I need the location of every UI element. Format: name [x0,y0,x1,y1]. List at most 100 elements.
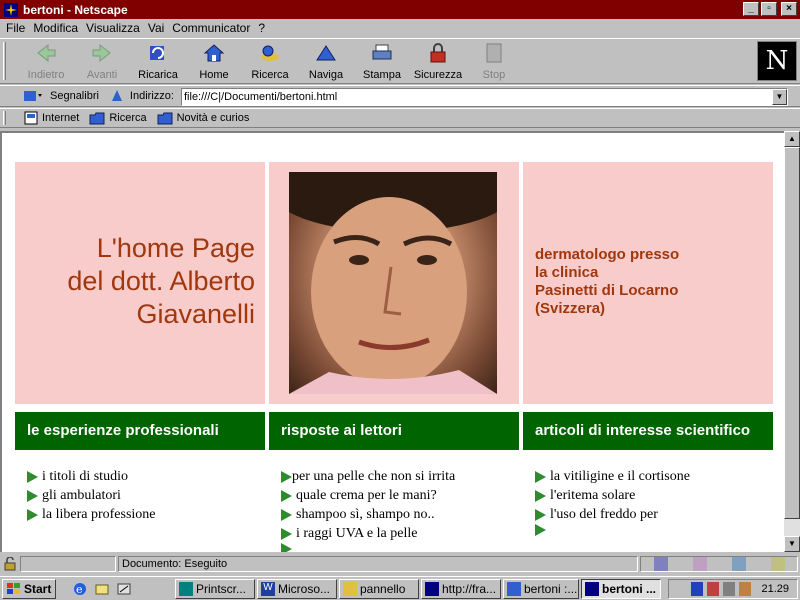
lock-icon [430,43,446,63]
section-header-answers[interactable]: risposte ai lettori [269,412,519,450]
link-text[interactable]: i titoli di studio [42,467,128,486]
link-text[interactable]: l'eritema solare [550,486,635,505]
search-button[interactable]: Ricerca [242,42,298,82]
discussion-icon[interactable] [731,557,746,571]
portrait-illustration [289,172,497,394]
back-button[interactable]: Indietro [18,42,74,82]
role-line: Pasinetti di Locarno [535,282,679,299]
task-bertoni-navigator[interactable]: bertoni ... [581,579,661,599]
maximize-button[interactable]: ▫ [761,2,777,16]
list-item[interactable]: per una pelle che non si irrita [281,467,455,486]
scroll-down-button[interactable]: ▼ [784,536,800,552]
status-text: Documento: Eseguito [122,558,228,570]
menu-modifica[interactable]: Modifica [31,21,84,35]
clock[interactable]: 21.29 [761,583,789,595]
list-item[interactable]: quale crema per le mani? [281,486,455,505]
scroll-thumb[interactable] [784,147,800,519]
back-label: Indietro [27,69,65,81]
link-ricerca[interactable]: Ricerca [89,111,147,125]
vertical-scrollbar[interactable]: ▲ ▼ [784,131,800,552]
list-item[interactable]: gli ambulatori [27,486,156,505]
link-text[interactable]: i raggi UVA e la pelle [296,524,417,543]
forward-button[interactable]: Avanti [74,42,130,82]
ie-quicklaunch-icon[interactable]: e [72,581,88,597]
reload-button[interactable]: Ricarica [130,42,186,82]
list-item[interactable] [535,524,690,536]
bullet-triangle-icon [535,489,546,502]
desktop-quicklaunch-icon[interactable] [116,581,132,597]
forward-label: Avanti [86,69,118,81]
start-button[interactable]: Start [2,579,56,599]
link-text[interactable]: la libera professione [42,505,156,524]
stop-button[interactable]: Stop [466,42,522,82]
section-header-experience[interactable]: le esperienze professionali [15,412,265,450]
role-line: la clinica [535,264,599,281]
toolbar-grip[interactable] [3,42,6,80]
antivirus-icon[interactable] [691,582,704,596]
title-bar[interactable]: bertoni - Netscape _ ▫ × [0,0,800,19]
link-text[interactable]: quale crema per le mani? [296,486,437,505]
link-text[interactable]: per una pelle che non si irrita [292,467,455,486]
list-item[interactable]: i raggi UVA e la pelle [281,524,455,543]
doctor-portrait-photo [289,172,497,394]
menu-help[interactable]: ? [256,21,271,35]
task-http[interactable]: http://fra... [421,579,501,599]
list-item[interactable]: shampoo sì, shampo no.. [281,505,455,524]
link-novita-label: Novità e curios [176,112,250,124]
volume-icon[interactable] [723,582,736,596]
list-item[interactable]: la libera professione [27,505,156,524]
mail-icon[interactable] [692,557,707,571]
task-pannello[interactable]: pannello [339,579,419,599]
netscape-logo[interactable]: N [757,41,797,81]
navigate-button[interactable]: Naviga [298,42,354,82]
page-content: L'home Page del dott. Alberto Giavanelli [0,131,784,552]
list-item[interactable]: l'eritema solare [535,486,690,505]
list-item[interactable] [281,543,455,552]
security-label: Sicurezza [413,69,463,81]
menu-visualizza[interactable]: Visualizza [84,21,146,35]
security-lock-icon[interactable] [2,557,18,571]
svg-text:e: e [76,583,83,596]
menu-vai[interactable]: Vai [146,21,170,35]
task-microsoft[interactable]: W Microso... [257,579,337,599]
close-button[interactable]: × [781,2,797,16]
link-novita[interactable]: Novità e curios [157,111,250,125]
link-text[interactable]: l'uso del freddo per [550,505,658,524]
link-ricerca-label: Ricerca [109,112,147,124]
network-icon[interactable] [739,582,752,596]
link-text[interactable]: gli ambulatori [42,486,121,505]
bullet-triangle-icon [281,543,292,552]
print-button[interactable]: Stampa [354,42,410,82]
scroll-up-button[interactable]: ▲ [784,131,800,147]
link-text[interactable]: shampoo sì, shampo no.. [296,505,434,524]
outlook-quicklaunch-icon[interactable] [94,581,110,597]
address-dropdown-button[interactable]: ▼ [772,89,787,105]
bookmarks-control[interactable]: Segnalibri [22,88,99,104]
list-item[interactable]: la vitiligine e il cortisone [535,467,690,486]
link-text[interactable]: la vitiligine e il cortisone [550,467,690,486]
composer-icon[interactable] [770,557,785,571]
bookmarks-icon [24,91,42,101]
security-button[interactable]: Sicurezza [410,42,466,82]
bullet-triangle-icon [27,489,38,502]
menu-communicator[interactable]: Communicator [170,21,256,35]
list-item[interactable]: i titoli di studio [27,467,156,486]
task-bertoni-editor[interactable]: bertoni :... [503,579,579,599]
search-label: Ricerca [251,69,289,81]
list-item[interactable]: l'uso del freddo per [535,505,690,524]
stop-icon [486,43,502,63]
address-input[interactable]: file:///C|/Documenti/bertoni.html ▼ [181,88,788,106]
minimize-button[interactable]: _ [743,2,759,16]
linkbar-grip[interactable] [3,111,6,125]
address-label: Indirizzo: [129,90,174,102]
menu-file[interactable]: File [4,21,31,35]
home-button[interactable]: Home [186,42,242,82]
scheduler-icon[interactable] [707,582,720,596]
link-internet-label: Internet [42,112,80,124]
status-bar: Documento: Eseguito [0,554,800,574]
page-proxy-icon[interactable] [109,88,125,104]
link-internet[interactable]: Internet [24,111,79,125]
section-header-articles[interactable]: articoli di interesse scientifico [523,412,773,450]
task-printscr[interactable]: Printscr... [175,579,255,599]
navigator-icon[interactable] [653,557,668,571]
